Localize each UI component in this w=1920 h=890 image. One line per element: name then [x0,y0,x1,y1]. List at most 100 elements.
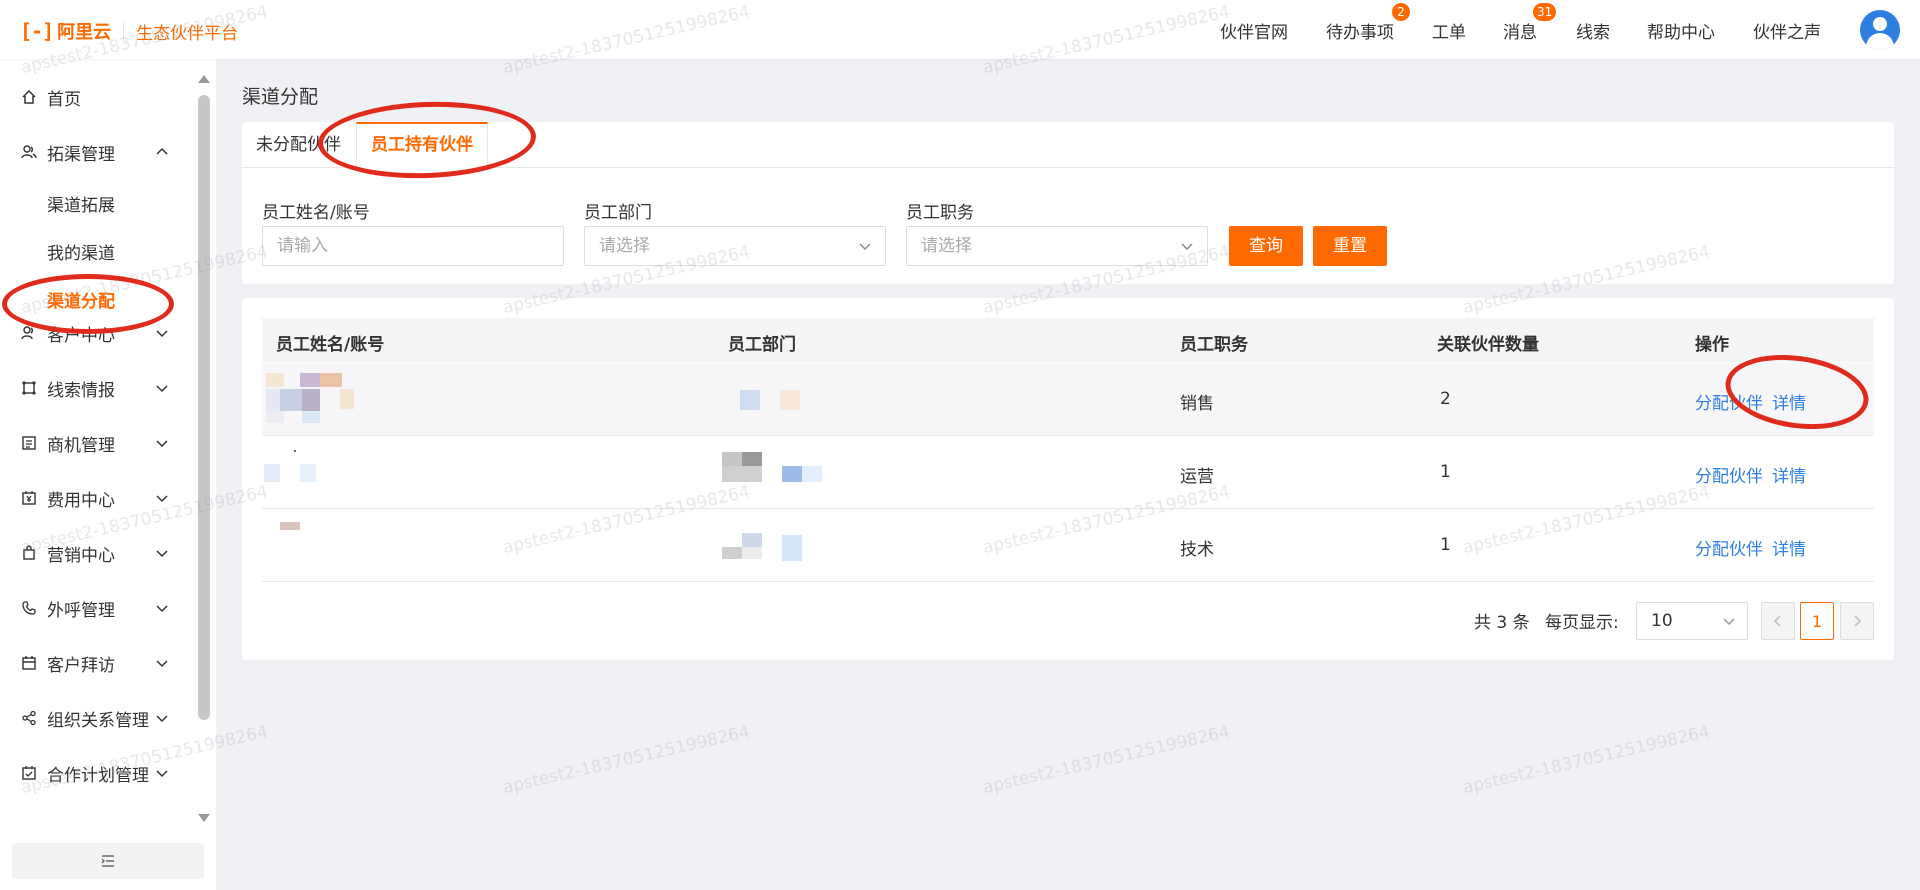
page-number-current[interactable]: 1 [1800,602,1834,640]
chevron-up-icon [156,147,168,155]
dept-filter-label: 员工部门 [584,203,652,223]
table-row: 销售 2 分配伙伴 详情 [262,363,1874,436]
table-row: 技术 1 分配伙伴 详情 [262,509,1874,582]
sidebar-item-label: 客户拜访 [47,655,115,676]
sidebar-item-cooperation-plan[interactable]: 合作计划管理 [0,753,196,793]
employee-name-input[interactable] [262,226,564,266]
chevron-down-icon [156,330,168,338]
page-title: 渠道分配 [242,86,319,108]
detail-link[interactable]: 详情 [1772,535,1806,560]
column-header-name: 员工姓名/账号 [276,335,385,355]
employee-role: 运营 [1180,467,1214,487]
sidebar-item-channel-expansion[interactable]: 拓渠管理 [0,132,196,172]
aliyun-logo[interactable]: [-] 阿里云 生态伙伴平台 [20,18,238,44]
sidebar-item-label: 费用中心 [47,490,115,511]
chevron-down-icon [859,243,871,251]
query-button[interactable]: 查询 [1229,226,1303,266]
chevron-down-icon [156,715,168,723]
column-header-role: 员工职务 [1180,335,1248,355]
sidebar-scrollbar[interactable] [198,95,210,720]
detail-link[interactable]: 详情 [1772,462,1806,487]
prev-page-button[interactable] [1761,602,1795,640]
user-avatar-icon[interactable] [1860,10,1900,50]
nav-partner-voice[interactable]: 伙伴之声 [1753,18,1821,43]
nav-ticket[interactable]: 工单 [1432,18,1466,43]
menu-collapse-icon [101,855,114,867]
avatar-body [1866,33,1894,50]
sidebar: 首页 拓渠管理 渠道拓展 我的渠道 渠道分配 客户中心 线索情报 商机管理 费用… [0,59,216,890]
sidebar-sub-my-channels[interactable]: 我的渠道 [47,239,115,264]
sidebar-item-customer-visit[interactable]: 客户拜访 [0,643,196,683]
chevron-down-icon [156,440,168,448]
table-header: 员工姓名/账号 员工部门 员工职务 关联伙伴数量 操作 [262,318,1874,362]
department-select[interactable]: 请选择 [584,226,886,266]
next-page-button[interactable] [1840,602,1874,640]
opportunity-icon [20,434,38,452]
lead-icon [20,379,38,397]
sidebar-item-opportunity[interactable]: 商机管理 [0,423,196,463]
marketing-icon [20,544,38,562]
phone-icon [20,599,38,617]
nav-help-center[interactable]: 帮助中心 [1647,18,1715,43]
sidebar-item-label: 拓渠管理 [47,144,115,165]
employee-role: 技术 [1180,540,1214,560]
role-filter-label: 员工职务 [906,203,974,223]
scroll-down-arrow-icon[interactable] [198,814,210,822]
top-header: [-] 阿里云 生态伙伴平台 伙伴官网 待办事项 2 工单 消息 31 线索 帮… [0,0,1920,59]
chevron-down-icon [156,550,168,558]
department-placeholder: 请选择 [599,236,650,256]
column-header-actions: 操作 [1695,335,1729,355]
sidebar-item-label: 商机管理 [47,435,115,456]
plan-icon [20,764,38,782]
sidebar-item-home[interactable]: 首页 [0,77,196,117]
chevron-down-icon [1723,618,1735,626]
table-row: 运营 1 分配伙伴 详情 [262,436,1874,509]
reset-button[interactable]: 重置 [1313,226,1387,266]
assign-partner-link[interactable]: 分配伙伴 [1695,535,1763,560]
sidebar-item-label: 营销中心 [47,545,115,566]
nav-todo[interactable]: 待办事项 2 [1326,3,1410,43]
chevron-down-icon [156,605,168,613]
scroll-up-arrow-icon[interactable] [198,75,210,83]
chevron-right-icon [1854,615,1862,627]
chevron-left-icon [1773,615,1781,627]
nav-messages[interactable]: 消息 31 [1503,3,1557,43]
nav-messages-label: 消息 [1503,23,1537,43]
chevron-down-icon [156,660,168,668]
nav-partner-site[interactable]: 伙伴官网 [1220,18,1288,43]
per-page-value: 10 [1651,611,1673,631]
share-icon [20,709,38,727]
role-select[interactable]: 请选择 [906,226,1208,266]
sidebar-item-label: 外呼管理 [47,600,115,621]
per-page-label: 每页显示: [1545,613,1619,633]
collapse-sidebar-button[interactable] [12,843,204,879]
pagination-total: 共 3 条 [1474,613,1530,633]
sidebar-item-outbound-call[interactable]: 外呼管理 [0,588,196,628]
role-placeholder: 请选择 [921,236,972,256]
sidebar-item-org-relations[interactable]: 组织关系管理 [0,698,196,738]
column-header-dept: 员工部门 [728,335,796,355]
sidebar-sub-channel-develop[interactable]: 渠道拓展 [47,191,115,216]
chevron-down-icon [1181,243,1193,251]
nav-todo-label: 待办事项 [1326,23,1394,43]
per-page-select[interactable]: 10 [1636,602,1748,640]
assign-partner-link[interactable]: 分配伙伴 [1695,462,1763,487]
sidebar-item-marketing[interactable]: 营销中心 [0,533,196,573]
logo-divider [123,21,125,41]
partner-count: 1 [1440,535,1451,555]
name-filter-label: 员工姓名/账号 [262,203,370,223]
column-header-partner-count: 关联伙伴数量 [1437,335,1539,355]
partner-count: 2 [1440,389,1451,409]
nav-leads[interactable]: 线索 [1576,18,1610,43]
sidebar-item-label: 组织关系管理 [47,710,149,731]
fee-icon [20,489,38,507]
platform-name: 生态伙伴平台 [136,23,239,44]
logo-name: 阿里云 [57,22,112,43]
partner-count: 1 [1440,462,1451,482]
sidebar-item-fee-center[interactable]: 费用中心 [0,478,196,518]
sidebar-item-label: 线索情报 [47,380,115,401]
calendar-icon [20,654,38,672]
annotation-circle-sidebar [2,274,174,334]
sidebar-item-lead-intel[interactable]: 线索情报 [0,368,196,408]
chevron-down-icon [156,495,168,503]
